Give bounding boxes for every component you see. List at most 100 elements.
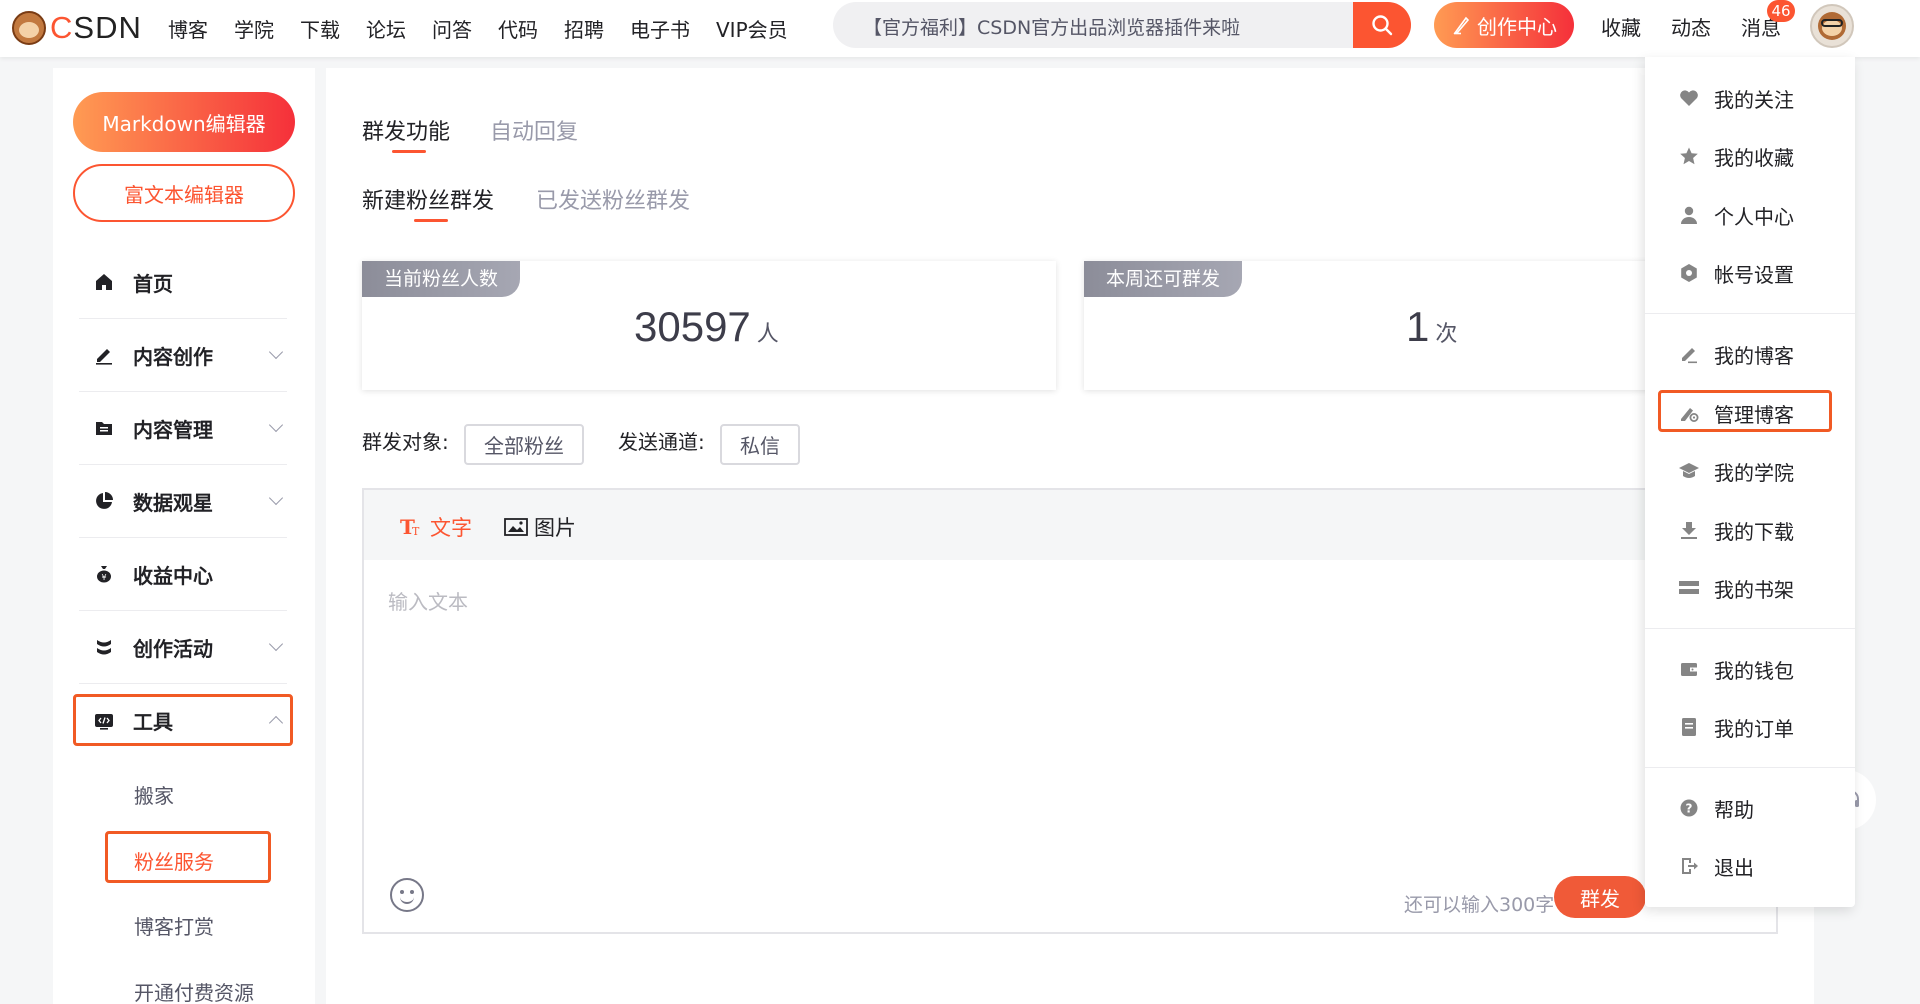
text-format-icon: TT [400, 516, 420, 538]
nav-item-jobs[interactable]: 招聘 [551, 14, 617, 43]
fans-count-value-wrap: 30597 人 [634, 303, 779, 351]
dropdown-item-help[interactable]: ? 帮助 [1645, 786, 1855, 830]
message-text-input[interactable]: 输入文本 [388, 586, 468, 615]
message-editor: TT 文字 图片 输入文本 还可以输入300字 群发 [362, 488, 1778, 934]
chevron-down-icon [268, 344, 284, 360]
nav-item-vip[interactable]: VIP会员 [703, 14, 801, 43]
image-tool-button[interactable]: 图片 [504, 512, 576, 542]
sidebar: Markdown编辑器 富文本编辑器 首页 内容创作 内容管理 数据观星 ¥ 收… [53, 68, 315, 1004]
dropdown-item-my-downloads[interactable]: 我的下载 [1645, 508, 1855, 552]
image-icon [504, 518, 528, 536]
dropdown-item-label: 我的订单 [1714, 716, 1794, 741]
sidebar-item-content-creation[interactable]: 内容创作 [79, 319, 287, 392]
tab-auto-reply[interactable]: 自动回复 [490, 114, 578, 146]
markdown-editor-button[interactable]: Markdown编辑器 [73, 92, 295, 152]
wallet-icon [1678, 658, 1700, 680]
subtab-new-broadcast[interactable]: 新建粉丝群发 [362, 183, 494, 215]
svg-text:¥: ¥ [101, 573, 106, 582]
activity-link[interactable]: 动态 [1671, 12, 1711, 41]
text-tool-label: 文字 [430, 516, 472, 540]
channel-label: 发送通道: [618, 430, 705, 454]
channel-select[interactable]: 私信 [720, 424, 800, 465]
dropdown-item-label: 帐号设置 [1714, 262, 1794, 287]
dropdown-item-label: 帮助 [1714, 797, 1754, 822]
sidebar-item-activities[interactable]: 创作活动 [79, 611, 287, 684]
submenu-item-migrate[interactable]: 搬家 [134, 780, 174, 809]
folder-icon [93, 417, 115, 439]
dropdown-item-label: 退出 [1714, 855, 1754, 880]
dropdown-divider [1645, 313, 1855, 314]
submenu-item-paid-resources[interactable]: 开通付费资源 [134, 977, 254, 1004]
sidebar-item-income[interactable]: ¥ 收益中心 [79, 538, 287, 611]
dropdown-item-following[interactable]: 我的关注 [1645, 76, 1855, 120]
nav-item-download[interactable]: 下载 [287, 14, 353, 43]
monkey-logo-icon [12, 11, 46, 45]
star-icon [1678, 145, 1700, 167]
sidebar-item-content-management[interactable]: 内容管理 [79, 392, 287, 465]
pen-icon [1678, 343, 1700, 365]
favorites-link[interactable]: 收藏 [1601, 12, 1641, 41]
sidebar-item-label: 数据观星 [133, 490, 213, 515]
submenu-item-tipping[interactable]: 博客打赏 [134, 911, 214, 940]
nav-item-forum[interactable]: 论坛 [353, 14, 419, 43]
target-select[interactable]: 全部粉丝 [464, 424, 584, 465]
dropdown-item-my-academy[interactable]: 我的学院 [1645, 449, 1855, 493]
image-tool-label: 图片 [534, 516, 576, 540]
dropdown-item-wallet[interactable]: 我的钱包 [1645, 647, 1855, 691]
tab-broadcast[interactable]: 群发功能 [362, 114, 450, 146]
sidebar-item-home[interactable]: 首页 [79, 246, 287, 319]
message-count-badge: 46 [1767, 0, 1795, 22]
rich-text-editor-button[interactable]: 富文本编辑器 [73, 164, 295, 222]
dropdown-item-label: 我的钱包 [1714, 658, 1794, 683]
editor-toolbar: TT 文字 图片 [364, 490, 1776, 560]
nav-item-ebook[interactable]: 电子书 [617, 14, 703, 43]
create-center-button[interactable]: 创作中心 [1434, 2, 1574, 48]
dropdown-item-my-blog[interactable]: 我的博客 [1645, 332, 1855, 376]
nav-item-qa[interactable]: 问答 [419, 14, 485, 43]
emoji-icon[interactable] [390, 878, 424, 912]
dropdown-item-account-settings[interactable]: 帐号设置 [1645, 251, 1855, 295]
send-broadcast-button[interactable]: 群发 [1554, 876, 1646, 918]
weekly-quota-unit: 次 [1435, 321, 1458, 346]
money-bag-icon: ¥ [93, 563, 115, 585]
dropdown-item-orders[interactable]: 我的订单 [1645, 705, 1855, 749]
csdn-logo[interactable]: CSDN [12, 8, 142, 48]
avatar[interactable] [1810, 4, 1854, 48]
fans-count-value: 30597 [634, 303, 751, 350]
dropdown-item-bookshelf[interactable]: 我的书架 [1645, 566, 1855, 610]
top-navbar: CSDN 博客 学院 下载 论坛 问答 代码 招聘 电子书 VIP会员 【官方福… [0, 0, 1920, 57]
sidebar-item-label: 首页 [133, 271, 173, 296]
dropdown-item-logout[interactable]: 退出 [1645, 844, 1855, 888]
settings-icon [1678, 262, 1700, 284]
dropdown-item-favorites[interactable]: 我的收藏 [1645, 134, 1855, 178]
download-icon [1678, 519, 1700, 541]
search-input[interactable]: 【官方福利】CSDN官方出品浏览器插件来啦 [863, 13, 1240, 40]
nav-item-blog[interactable]: 博客 [155, 14, 221, 43]
text-tool-button[interactable]: TT 文字 [400, 512, 472, 542]
search-bar[interactable]: 【官方福利】CSDN官方出品浏览器插件来啦 [833, 2, 1411, 48]
main-nav: 博客 学院 下载 论坛 问答 代码 招聘 电子书 VIP会员 [155, 0, 801, 57]
dropdown-item-label: 个人中心 [1714, 204, 1794, 229]
search-button[interactable] [1353, 2, 1411, 48]
dropdown-item-profile[interactable]: 个人中心 [1645, 193, 1855, 237]
user-icon [1678, 204, 1700, 226]
subtab-sent-broadcast[interactable]: 已发送粉丝群发 [536, 183, 690, 215]
dropdown-item-label: 我的学院 [1714, 460, 1794, 485]
weekly-quota-value: 1 [1406, 303, 1430, 350]
order-icon [1678, 716, 1700, 738]
fans-count-tag: 当前粉丝人数 [362, 261, 521, 297]
create-center-label: 创作中心 [1477, 14, 1557, 39]
sidebar-item-data[interactable]: 数据观星 [79, 465, 287, 538]
sidebar-item-label: 创作活动 [133, 636, 213, 661]
logout-icon [1678, 855, 1700, 877]
help-icon: ? [1678, 797, 1700, 819]
dropdown-divider [1645, 767, 1855, 768]
target-label: 群发对象: [362, 430, 449, 454]
nav-item-code[interactable]: 代码 [485, 14, 551, 43]
dropdown-item-label: 我的博客 [1714, 343, 1794, 368]
edit-icon [93, 344, 115, 366]
sidebar-item-label: 内容管理 [133, 417, 213, 442]
weekly-quota-value-wrap: 1次 [1406, 303, 1457, 351]
dropdown-item-label: 我的下载 [1714, 519, 1794, 544]
nav-item-academy[interactable]: 学院 [221, 14, 287, 43]
